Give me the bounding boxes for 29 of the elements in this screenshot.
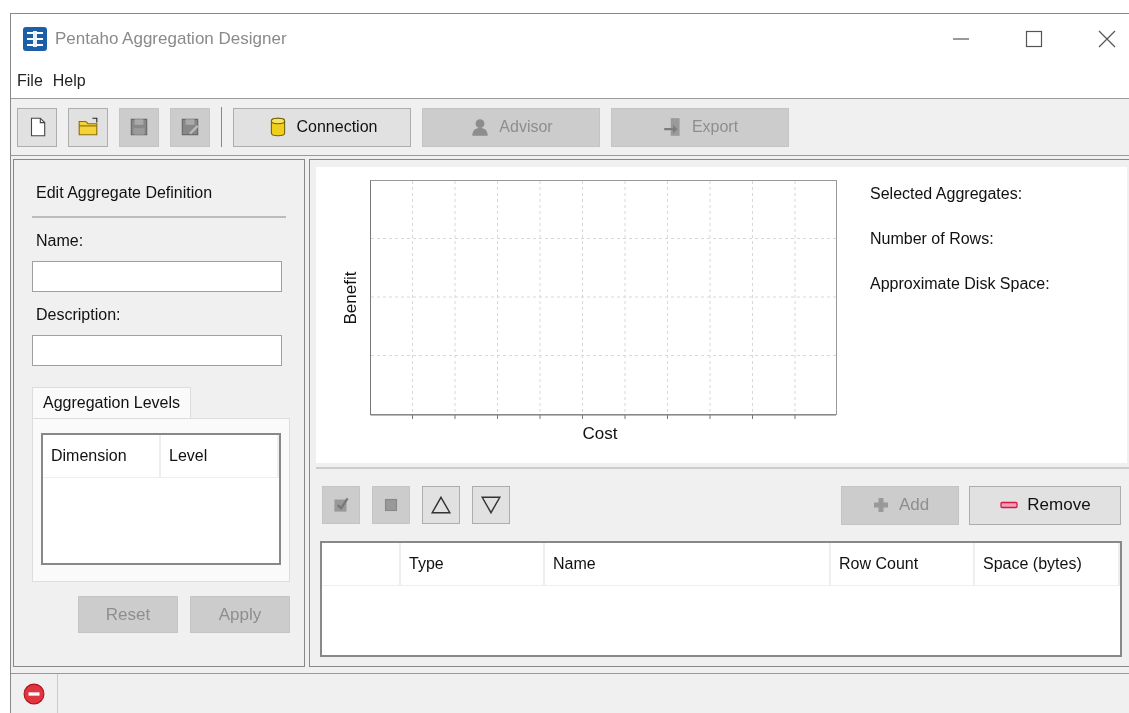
- toolbar-button[interactable]: Connection: [233, 107, 411, 147]
- menu-item[interactable]: File: [17, 72, 43, 90]
- toolbar-icon-button[interactable]: [17, 107, 57, 147]
- panel-heading: Edit Aggregate Definition: [32, 184, 286, 218]
- x-axis-label: Cost: [582, 424, 618, 444]
- icon-button[interactable]: [422, 486, 460, 524]
- summary-label: Selected Aggregates:: [870, 185, 1024, 203]
- error-icon: [23, 683, 45, 705]
- field-label: Name:: [36, 232, 85, 250]
- up-triangle-icon: [430, 494, 452, 516]
- floppy-icon: [128, 116, 150, 138]
- window-title: Pentaho Aggregation Designer: [55, 29, 287, 49]
- summary-label: Number of Rows:: [870, 230, 995, 248]
- app-logo-icon: [23, 27, 47, 51]
- folder-icon: [77, 116, 99, 138]
- maximize-icon[interactable]: [1024, 29, 1044, 49]
- down-triangle-icon: [480, 494, 502, 516]
- description-field[interactable]: [32, 335, 282, 366]
- close-icon[interactable]: [1097, 29, 1117, 49]
- icon-button[interactable]: [472, 486, 510, 524]
- floppy-pencil-icon: [179, 116, 201, 138]
- button[interactable]: Remove: [969, 485, 1121, 525]
- field-label: Description:: [36, 306, 122, 324]
- menu-item[interactable]: Help: [52, 72, 86, 90]
- summary-label: Approximate Disk Space:: [870, 275, 1050, 293]
- tab[interactable]: Aggregation Levels: [32, 387, 191, 418]
- name-field[interactable]: [32, 261, 282, 292]
- y-axis-label: Benefit: [341, 271, 361, 325]
- toolbar-icon-button[interactable]: [68, 107, 108, 147]
